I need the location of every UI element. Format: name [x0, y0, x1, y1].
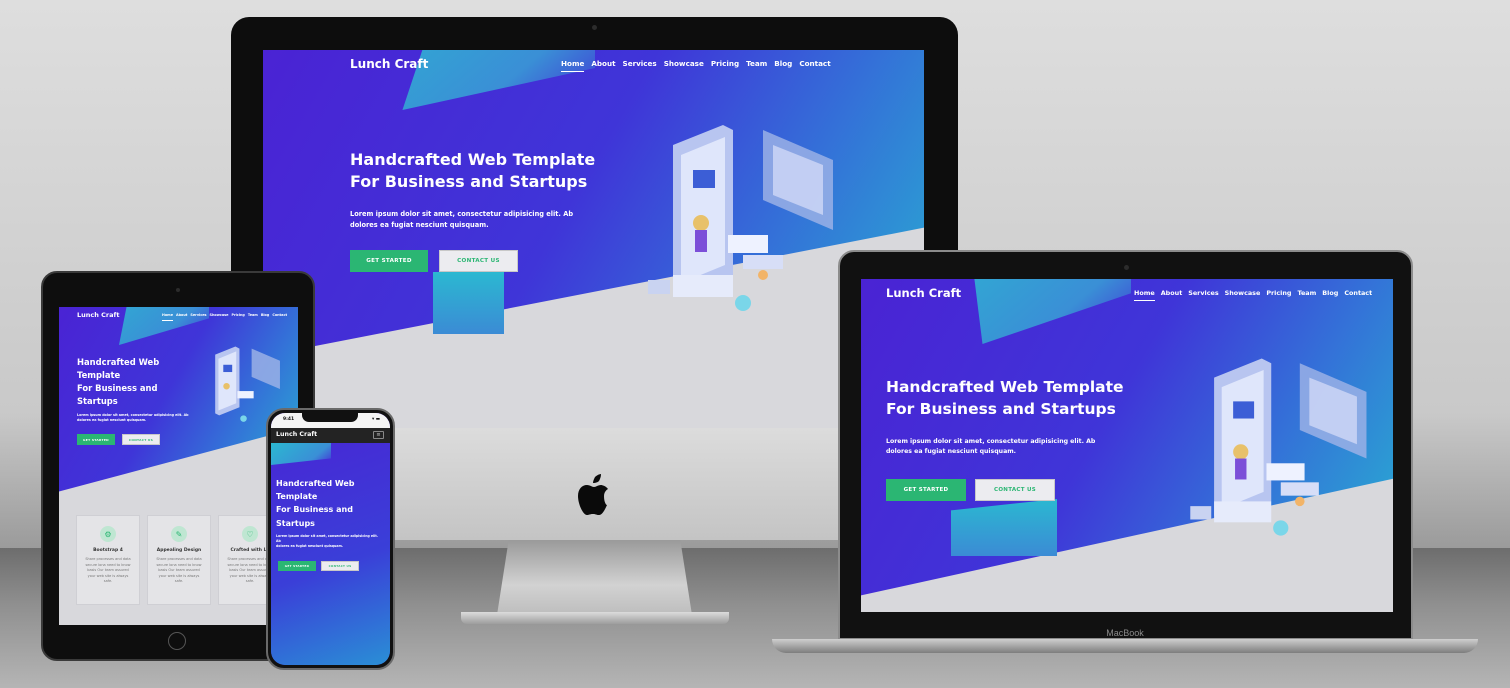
nav-item-home[interactable]: Home [561, 59, 585, 72]
hero-title: Handcrafted Web Template For Business an… [276, 477, 355, 530]
nav-item-home[interactable]: Home [162, 313, 173, 321]
hero-text: Lorem ipsum dolor sit amet, consectetur … [276, 534, 378, 549]
brand-logo[interactable]: Lunch Craft [886, 286, 961, 300]
brush-icon: ✎ [171, 526, 187, 542]
isometric-illustration-icon [1190, 358, 1367, 536]
hero-title: Handcrafted Web Template For Business an… [886, 377, 1124, 420]
feature-text: Share processes and data secure lona nee… [85, 557, 131, 584]
hero-title-line1: Handcrafted Web Template [886, 378, 1124, 396]
status-bar: 9:41 ▾ ▬ [271, 413, 390, 428]
phone-notch [302, 413, 358, 422]
hero-title-line2: Template [77, 370, 121, 381]
hero-accent-block [433, 272, 504, 334]
main-nav: Home About Services Showcase Pricing Tea… [1134, 289, 1372, 301]
brand-logo[interactable]: Lunch Craft [77, 311, 119, 319]
nav-item-blog[interactable]: Blog [1322, 289, 1338, 297]
nav-item-team[interactable]: Team [1297, 289, 1316, 297]
hero-title-line1: Handcrafted Web [276, 479, 355, 488]
macbook-base [772, 639, 1478, 653]
hero-title-line2: Template [276, 492, 318, 502]
nav-item-about[interactable]: About [591, 59, 615, 68]
hero-text: Lorem ipsum dolor sit amet, consectetur … [350, 209, 573, 230]
feature-title: Bootstrap 4 [93, 548, 123, 553]
hero-title-line4: Startups [276, 518, 315, 528]
iphone-screen: 9:41 ▾ ▬ Lunch Craft ≡ Handcrafted Web T… [271, 413, 390, 665]
macbook-screen: Lunch Craft Home About Services Showcase… [861, 279, 1393, 612]
hero-text: Lorem ipsum dolor sit amet, consectetur … [886, 437, 1095, 457]
macbook-label: MacBook [1106, 628, 1144, 638]
nav-item-about[interactable]: About [1161, 289, 1183, 297]
hero-text: Lorem ipsum dolor sit amet, consectetur … [77, 413, 189, 424]
feature-card: ✎ Appealing Design Share processes and d… [147, 515, 211, 605]
heart-icon: ♡ [242, 526, 258, 542]
nav-item-services[interactable]: Services [190, 313, 206, 317]
hero-title-line2: For Business and Startups [886, 399, 1116, 418]
contact-us-button[interactable]: CONTACT US [439, 250, 518, 272]
hero-text-line1: Lorem ipsum dolor sit amet, consectetur … [350, 210, 574, 218]
nav-item-blog[interactable]: Blog [774, 59, 792, 68]
feature-text: Share processes and data secure lona nee… [156, 557, 202, 584]
brand-logo[interactable]: Lunch Craft [276, 431, 317, 438]
nav-item-blog[interactable]: Blog [261, 313, 270, 317]
hero-text-line3: dolores ea fugiat nesciunt quisquam. [276, 543, 343, 548]
nav-item-contact[interactable]: Contact [1344, 289, 1372, 297]
nav-item-home[interactable]: Home [1134, 289, 1155, 301]
menu-toggle-icon[interactable]: ≡ [373, 431, 384, 439]
hero-title-line3: For Business and [77, 383, 158, 394]
get-started-button[interactable]: GET STARTED [886, 479, 966, 501]
feature-title: Appealing Design [156, 548, 202, 553]
imac-base [461, 612, 729, 624]
nav-item-services[interactable]: Services [1188, 289, 1218, 297]
hero-text-line2: dolores ea fugiat nesciunt quisquam. [77, 418, 147, 423]
nav-item-pricing[interactable]: Pricing [711, 59, 739, 68]
nav-item-pricing[interactable]: Pricing [231, 313, 244, 317]
hero-text-line2: dolores ea fugiat nesciunt quisquam. [350, 220, 489, 229]
hero-text-line2: dolores ea fugiat nesciunt quisquam. [886, 447, 1017, 455]
imac-camera [592, 25, 597, 30]
nav-item-contact[interactable]: Contact [799, 59, 830, 68]
nav-item-contact[interactable]: Contact [272, 313, 287, 317]
hero-title-line1: Handcrafted Web [77, 357, 160, 367]
nav-item-services[interactable]: Services [623, 59, 657, 68]
feature-card: ⚙ Bootstrap 4 Share processes and data s… [76, 515, 140, 605]
ipad-screen: Lunch Craft Home About Services Showcase… [59, 307, 298, 625]
get-started-button[interactable]: GET STARTED [77, 434, 115, 445]
isometric-illustration-icon [648, 125, 833, 311]
mobile-navbar: Lunch Craft ≡ [271, 428, 390, 443]
hero-text-line1: Lorem ipsum dolor sit amet, consectetur … [276, 534, 378, 538]
imac-screen: Lunch Craft Home About Services Showcase… [263, 50, 924, 428]
nav-item-showcase[interactable]: Showcase [664, 59, 704, 68]
brand-logo[interactable]: Lunch Craft [350, 57, 428, 71]
hero-title: Handcrafted Web Template For Business an… [350, 149, 595, 194]
nav-item-showcase[interactable]: Showcase [210, 313, 229, 317]
nav-item-team[interactable]: Team [248, 313, 258, 317]
macbook-camera [1124, 265, 1129, 270]
hero-title-line4: Startups [77, 396, 118, 407]
contact-us-button[interactable]: CONTACT US [321, 561, 359, 571]
get-started-button[interactable]: GET STARTED [278, 561, 316, 571]
apple-logo-icon [578, 474, 608, 515]
hero-text-line1: Lorem ipsum dolor sit amet, consectetur … [886, 438, 1096, 445]
contact-us-button[interactable]: CONTACT US [122, 434, 160, 445]
main-nav: Home About Services Showcase Pricing Tea… [162, 313, 287, 321]
bootstrap-icon: ⚙ [100, 526, 116, 542]
nav-item-team[interactable]: Team [746, 59, 767, 68]
nav-item-showcase[interactable]: Showcase [1225, 289, 1261, 297]
ipad-home-button[interactable] [168, 632, 186, 650]
imac-stand [497, 540, 692, 615]
hero-title-line1: Handcrafted Web Template [350, 150, 596, 169]
hero-title: Handcrafted Web Template For Business an… [77, 356, 159, 408]
hero-title-line2: For Business and Startups [350, 172, 588, 192]
status-icons: ▾ ▬ [372, 417, 380, 422]
ipad-camera [176, 288, 180, 292]
main-nav: Home About Services Showcase Pricing Tea… [561, 59, 831, 72]
contact-us-button[interactable]: CONTACT US [975, 479, 1055, 501]
nav-item-pricing[interactable]: Pricing [1266, 289, 1291, 297]
nav-item-about[interactable]: About [176, 313, 187, 317]
hero-title-line3: For Business and [276, 505, 353, 515]
get-started-button[interactable]: GET STARTED [350, 250, 428, 272]
status-time: 9:41 [283, 417, 295, 422]
